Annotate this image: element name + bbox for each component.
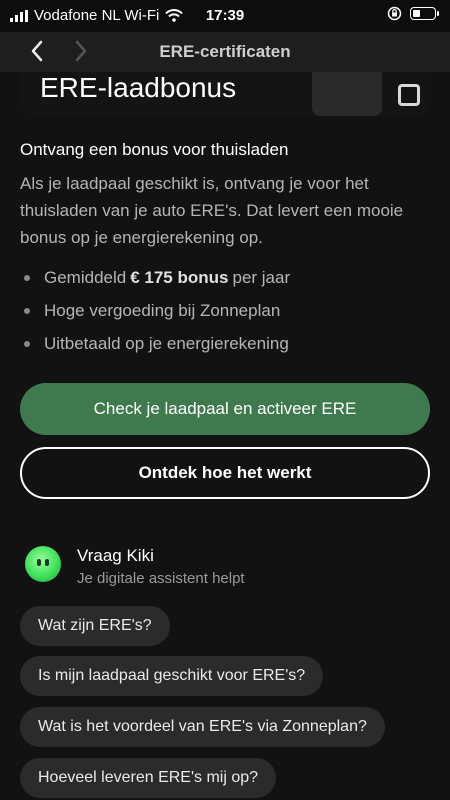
assistant-tagline: Je digitale assistent helpt bbox=[77, 570, 245, 587]
question-chip[interactable]: Is mijn laadpaal geschikt voor ERE's? bbox=[20, 656, 324, 696]
orientation-lock-icon bbox=[387, 6, 402, 21]
assistant-header: Vraag Kiki Je digitale assistent helpt bbox=[20, 540, 430, 590]
content-section: Ontvang een bonus voor thuisladen Als je… bbox=[20, 140, 430, 360]
question-chip[interactable]: Wat is het voordeel van ERE's via Zonnep… bbox=[20, 707, 385, 747]
hero-heading: ERE-laadbonus bbox=[40, 72, 237, 103]
battery-icon bbox=[410, 7, 439, 20]
section-subtitle: Ontvang een bonus voor thuisladen bbox=[20, 140, 289, 159]
bullet-text: Hoge vergoeding bij Zonneplan bbox=[44, 300, 281, 320]
status-right bbox=[387, 6, 439, 21]
nav-bar: ERE-certificaten bbox=[0, 32, 450, 72]
question-chip[interactable]: Wat zijn ERE's? bbox=[20, 606, 170, 646]
check-laadpaal-button[interactable]: Check je laadpaal en activeer ERE bbox=[20, 383, 430, 435]
section-description: Als je laadpaal geschikt is, ontvang je … bbox=[20, 174, 404, 247]
bullet-highlight: € 175 bonus bbox=[130, 267, 229, 287]
list-item: Gemiddeld € 175 bonus per jaar bbox=[20, 261, 430, 294]
status-bar: Vodafone NL Wi-Fi 17:39 bbox=[0, 0, 450, 32]
hero-image-shape bbox=[312, 72, 382, 116]
bullet-text: Uitbetaald op je energierekening bbox=[44, 333, 289, 353]
how-it-works-button[interactable]: Ontdek hoe het werkt bbox=[20, 447, 430, 499]
hero-image-shape bbox=[398, 84, 420, 106]
assistant-name: Vraag Kiki bbox=[77, 546, 154, 565]
page-title: ERE-certificaten bbox=[159, 42, 291, 61]
list-item: Uitbetaald op je energierekening bbox=[20, 327, 430, 360]
bullet-text: Gemiddeld bbox=[44, 267, 127, 287]
list-item: Hoge vergoeding bij Zonneplan bbox=[20, 294, 430, 327]
question-chip[interactable]: Hoeveel leveren ERE's mij op? bbox=[20, 758, 277, 798]
hero-image: ERE-laadbonus bbox=[20, 72, 430, 116]
status-time: 17:39 bbox=[205, 7, 245, 24]
kiki-avatar-icon bbox=[25, 546, 61, 582]
benefit-list: Gemiddeld € 175 bonus per jaar Hoge verg… bbox=[20, 261, 430, 360]
bullet-text: per jaar bbox=[232, 267, 291, 287]
